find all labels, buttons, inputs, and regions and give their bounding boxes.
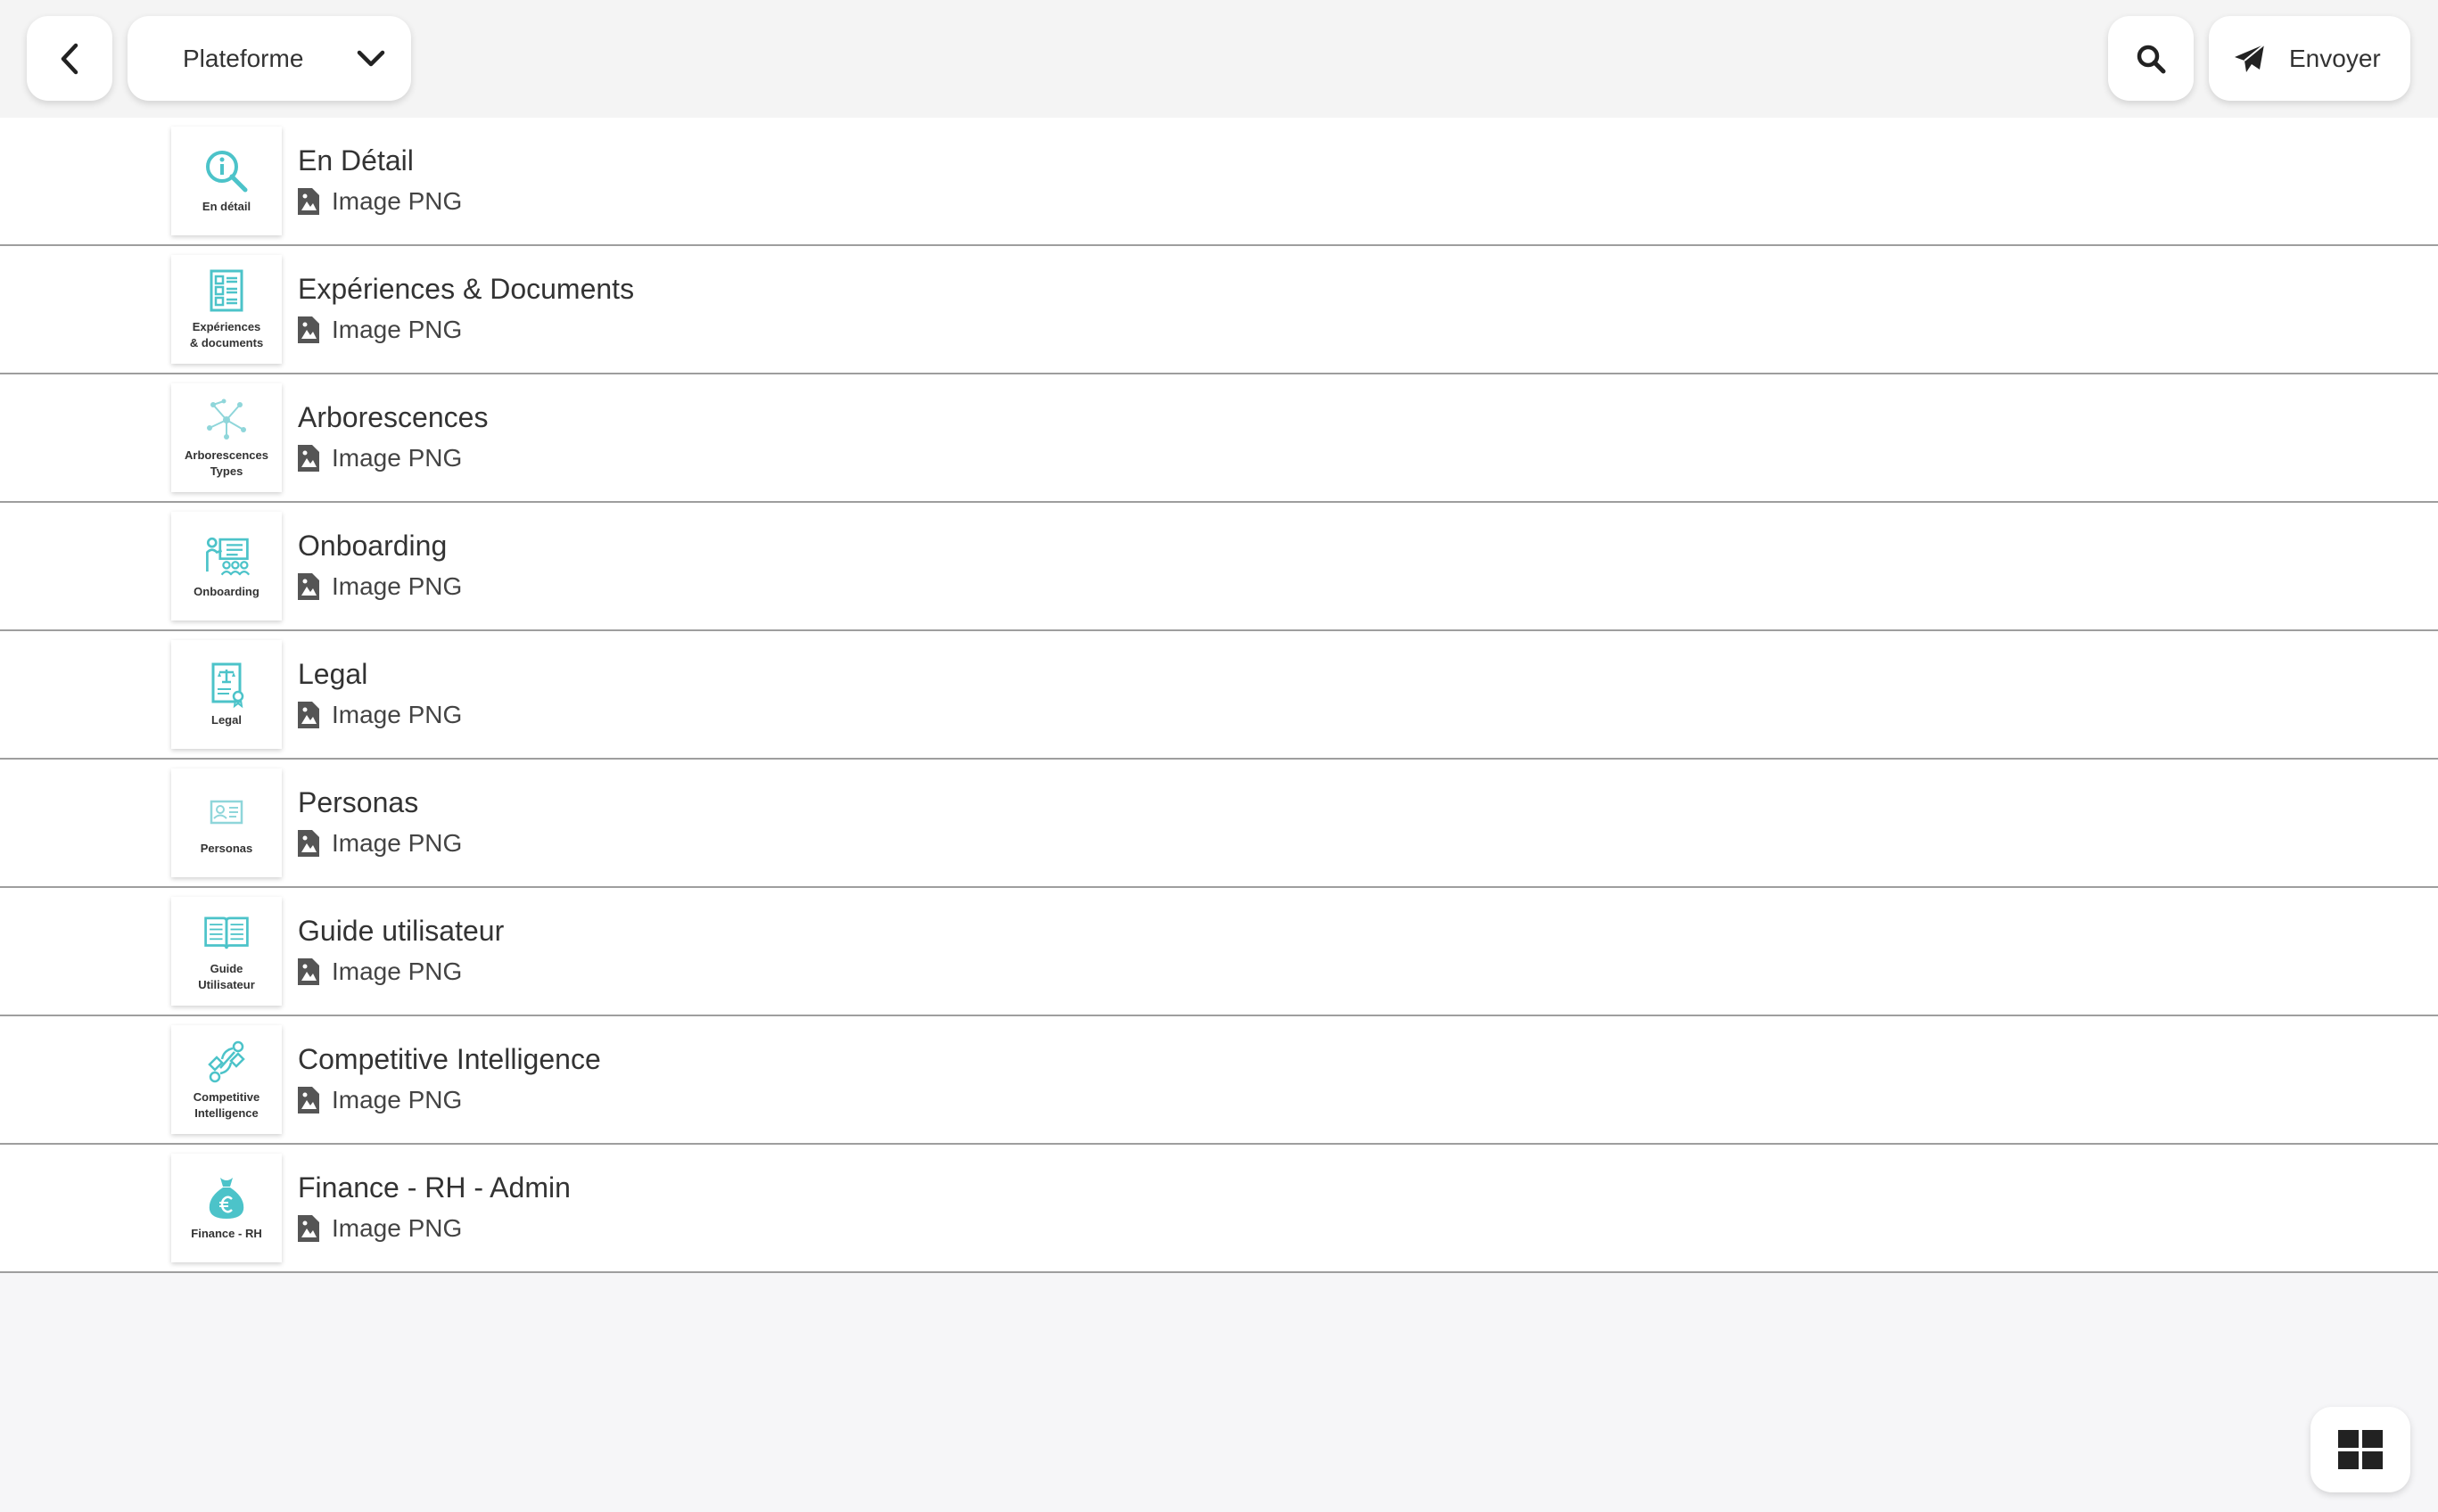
thumbnail-caption: Arborescences Types [185, 448, 268, 478]
chevron-down-icon [357, 50, 385, 66]
thumbnail-caption: Guide Utilisateur [198, 962, 255, 991]
item-title: En Détail [298, 144, 414, 177]
list-item[interactable]: Finance - RH Finance - RH - Admin Image … [0, 1145, 2438, 1273]
thumbnail-caption: Onboarding [194, 585, 259, 598]
search-icon [2137, 45, 2166, 73]
item-thumbnail: Guide Utilisateur [171, 897, 282, 1006]
search-button[interactable] [2108, 16, 2194, 101]
id-card-icon [210, 800, 243, 825]
image-file-icon [298, 573, 319, 600]
item-thumbnail: Legal [171, 640, 282, 749]
thumbnail-caption: Expériences & documents [189, 320, 264, 349]
item-title: Legal [298, 658, 368, 690]
image-file-icon [298, 188, 319, 215]
platform-dropdown[interactable]: Plateforme [128, 16, 411, 101]
item-type-label: Image PNG [332, 444, 463, 472]
money-bag-euro-icon [209, 1178, 244, 1219]
item-type-label: Image PNG [332, 316, 463, 343]
item-thumbnail: Competitive Intelligence [171, 1025, 282, 1134]
item-type-label: Image PNG [332, 701, 463, 728]
chevron-left-icon [61, 43, 78, 74]
item-type: Image PNG [298, 1086, 462, 1114]
item-type-label: Image PNG [332, 829, 463, 857]
thumbnail-caption: Finance - RH [191, 1227, 262, 1240]
document-list: En détail En Détail Image PNG Expérience… [0, 118, 2438, 1273]
item-title: Arborescences [298, 401, 489, 433]
item-title: Onboarding [298, 530, 448, 562]
paper-plane-icon [2235, 43, 2265, 72]
item-type-label: Image PNG [332, 572, 463, 600]
item-type: Image PNG [298, 444, 462, 472]
item-type: Image PNG [298, 316, 462, 344]
item-thumbnail: Arborescences Types [171, 383, 282, 492]
thumbnail-caption: Competitive Intelligence [193, 1090, 260, 1120]
item-type-label: Image PNG [332, 957, 463, 985]
item-title: Expériences & Documents [298, 273, 635, 305]
open-book-icon [204, 916, 249, 949]
image-file-icon [298, 316, 319, 343]
grid-view-button[interactable] [2310, 1407, 2410, 1492]
image-file-icon [298, 702, 319, 728]
list-item[interactable]: Onboarding Onboarding Image PNG [0, 503, 2438, 631]
handshake-icon [208, 1040, 245, 1083]
list-item[interactable]: Legal Legal Image PNG [0, 631, 2438, 760]
item-type-label: Image PNG [332, 187, 463, 215]
image-file-icon [298, 445, 319, 472]
item-title: Guide utilisateur [298, 915, 505, 947]
back-button[interactable] [27, 16, 112, 101]
document-list-icon [210, 269, 243, 312]
item-thumbnail: Finance - RH [171, 1154, 282, 1262]
legal-document-icon [211, 662, 244, 709]
item-thumbnail: En détail [171, 127, 282, 235]
item-thumbnail: Onboarding [171, 512, 282, 620]
image-file-icon [298, 830, 319, 857]
list-item[interactable]: Competitive Intelligence Competitive Int… [0, 1016, 2438, 1145]
presentation-icon [206, 537, 251, 576]
item-type: Image PNG [298, 572, 462, 601]
send-button[interactable]: Envoyer [2209, 16, 2410, 101]
info-magnifier-icon [206, 151, 248, 193]
grid-view-icon [2338, 1430, 2383, 1469]
list-item[interactable]: Expériences & documents Expériences & Do… [0, 246, 2438, 374]
item-type: Image PNG [298, 701, 462, 729]
item-type: Image PNG [298, 187, 462, 216]
item-thumbnail: Expériences & documents [171, 255, 282, 364]
image-file-icon [298, 958, 319, 985]
item-title: Finance - RH - Admin [298, 1171, 571, 1204]
image-file-icon [298, 1215, 319, 1242]
item-type-label: Image PNG [332, 1214, 463, 1242]
tree-network-icon [207, 399, 246, 440]
item-title: Competitive Intelligence [298, 1043, 601, 1075]
top-bar: Plateforme Envoyer [0, 0, 2438, 118]
thumbnail-caption: En détail [202, 200, 251, 213]
item-thumbnail: Personas [171, 768, 282, 877]
item-title: Personas [298, 786, 419, 818]
send-button-label: Envoyer [2289, 44, 2381, 72]
item-type: Image PNG [298, 829, 462, 858]
item-type-label: Image PNG [332, 1086, 463, 1113]
list-item[interactable]: Arborescences Types Arborescences Image … [0, 374, 2438, 503]
image-file-icon [298, 1087, 319, 1113]
list-item[interactable]: Guide Utilisateur Guide utilisateur Imag… [0, 888, 2438, 1016]
item-type: Image PNG [298, 957, 462, 986]
dropdown-selected-label: Plateforme [183, 44, 304, 72]
list-item[interactable]: Personas Personas Image PNG [0, 760, 2438, 888]
thumbnail-caption: Personas [200, 842, 253, 855]
list-item[interactable]: En détail En Détail Image PNG [0, 118, 2438, 246]
item-type: Image PNG [298, 1214, 462, 1243]
thumbnail-caption: Legal [211, 713, 242, 727]
